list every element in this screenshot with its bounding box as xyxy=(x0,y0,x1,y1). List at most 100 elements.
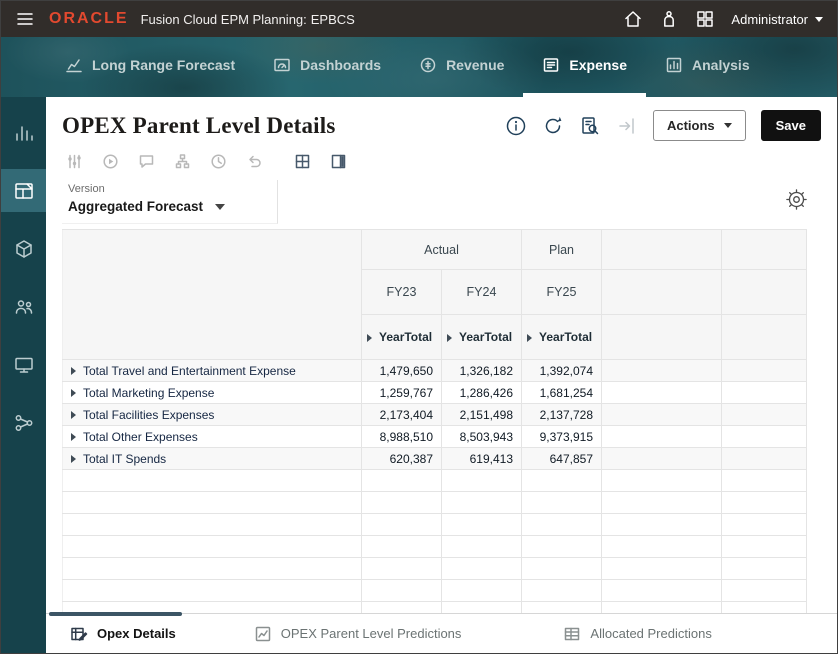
empty-cell xyxy=(601,535,722,558)
rail-item-cube[interactable] xyxy=(1,227,46,270)
gear-icon[interactable] xyxy=(786,189,807,210)
title-row: OPEX Parent Level Details Actions Save xyxy=(46,97,837,146)
empty-cell xyxy=(441,491,522,514)
row-label[interactable]: Total Travel and Entertainment Expense xyxy=(62,359,362,382)
empty-row xyxy=(62,513,807,536)
caret-down-icon xyxy=(215,203,226,210)
tab-opex-parent-level-predictions[interactable]: OPEX Parent Level Predictions xyxy=(244,625,472,643)
empty-cell xyxy=(441,557,522,580)
empty-cell xyxy=(62,513,362,536)
row-label[interactable]: Total Other Expenses xyxy=(62,425,362,448)
data-cell[interactable]: 1,681,254 xyxy=(521,381,602,404)
period-header-empty xyxy=(601,314,722,360)
tab-opex-details[interactable]: Opex Details xyxy=(60,625,186,643)
expand-icon[interactable] xyxy=(71,389,76,398)
row-label[interactable]: Total Marketing Expense xyxy=(62,381,362,404)
empty-cell xyxy=(521,601,602,613)
adjust-icon[interactable] xyxy=(66,153,83,170)
pov-dimension-label: Version xyxy=(68,183,105,195)
data-cell[interactable]: 619,413 xyxy=(441,447,522,470)
tab-allocated-predictions[interactable]: Allocated Predictions xyxy=(553,625,721,643)
refresh-icon[interactable] xyxy=(542,115,564,137)
page-title: OPEX Parent Level Details xyxy=(62,112,336,138)
data-cell[interactable]: 9,373,915 xyxy=(521,425,602,448)
empty-cell xyxy=(601,513,722,536)
nav-tab-revenue[interactable]: Revenue xyxy=(400,37,523,97)
apps-grid-icon[interactable] xyxy=(695,9,715,29)
process-icon xyxy=(15,414,32,431)
assistance-icon[interactable] xyxy=(659,9,679,29)
home-icon[interactable] xyxy=(623,9,643,29)
expense-icon xyxy=(544,58,559,72)
expand-icon[interactable] xyxy=(71,367,76,376)
user-menu[interactable]: Administrator xyxy=(731,12,823,27)
revenue-icon xyxy=(420,57,436,73)
allocated-icon xyxy=(565,627,580,640)
data-cell[interactable]: 647,857 xyxy=(521,447,602,470)
grid-corner-cell xyxy=(62,229,362,360)
data-cell[interactable]: 1,286,426 xyxy=(441,381,522,404)
undo-icon[interactable] xyxy=(246,153,263,170)
title-actions: Actions Save xyxy=(505,110,821,141)
period-header-label: YearTotal xyxy=(539,330,593,344)
body: OPEX Parent Level Details Actions Save V… xyxy=(1,97,837,653)
data-cell[interactable]: 2,137,728 xyxy=(521,403,602,426)
history-icon[interactable] xyxy=(210,153,227,170)
data-cell[interactable]: 2,173,404 xyxy=(361,403,442,426)
nav-tab-dashboards[interactable]: Dashboards xyxy=(254,37,400,97)
save-button[interactable]: Save xyxy=(760,110,821,141)
row-label[interactable]: Total IT Spends xyxy=(62,447,362,470)
data-cell[interactable]: 8,503,943 xyxy=(441,425,522,448)
expand-icon[interactable] xyxy=(367,333,372,342)
year-header: FY25 xyxy=(521,269,602,315)
expand-icon[interactable] xyxy=(71,433,76,442)
expand-icon[interactable] xyxy=(71,411,76,420)
rail-item-approvals[interactable] xyxy=(1,343,46,386)
expand-icon[interactable] xyxy=(71,455,76,464)
approvals-icon xyxy=(14,357,33,373)
grid-icon[interactable] xyxy=(294,153,311,170)
format-icon[interactable] xyxy=(330,153,347,170)
data-cell[interactable]: 1,479,650 xyxy=(361,359,442,382)
empty-cell xyxy=(62,491,362,514)
period-header-label: YearTotal xyxy=(459,330,513,344)
rail-item-analytics[interactable] xyxy=(1,111,46,154)
empty-cell xyxy=(62,469,362,492)
data-cell[interactable]: 1,326,182 xyxy=(441,359,522,382)
data-cell[interactable]: 1,259,767 xyxy=(361,381,442,404)
empty-cell xyxy=(721,403,807,426)
expand-icon[interactable] xyxy=(447,333,452,342)
data-cell[interactable]: 1,392,074 xyxy=(521,359,602,382)
app-code: EPBCS xyxy=(310,11,355,27)
expand-icon[interactable] xyxy=(527,333,532,342)
nav-tab-label: Dashboards xyxy=(300,57,382,73)
nav-tab-analysis[interactable]: Analysis xyxy=(646,37,769,97)
actions-button[interactable]: Actions xyxy=(652,110,746,141)
rail-item-users[interactable] xyxy=(1,285,46,328)
version-dropdown[interactable]: Aggregated Forecast xyxy=(68,199,226,214)
info-icon[interactable] xyxy=(505,115,527,137)
nav-tab-expense[interactable]: Expense xyxy=(523,37,647,97)
rail-item-process[interactable] xyxy=(1,401,46,444)
data-cell[interactable]: 620,387 xyxy=(361,447,442,470)
hamburger-menu-icon[interactable] xyxy=(15,9,35,29)
row-label[interactable]: Total Facilities Expenses xyxy=(62,403,362,426)
scenario-header-actual: Actual xyxy=(361,229,522,270)
grid-search-icon[interactable] xyxy=(579,115,601,137)
rules-icon[interactable] xyxy=(102,153,119,170)
nav-tab-long-range-forecast[interactable]: Long Range Forecast xyxy=(46,37,254,97)
period-header: YearTotal xyxy=(521,314,602,360)
active-tab-indicator xyxy=(49,612,182,616)
open-drawer-icon[interactable] xyxy=(616,115,638,137)
comment-icon[interactable] xyxy=(138,153,155,170)
row-label-text: Total Other Expenses xyxy=(83,429,198,444)
data-cell[interactable]: 2,151,498 xyxy=(441,403,522,426)
hierarchy-icon[interactable] xyxy=(174,153,191,170)
rail-item-forms[interactable] xyxy=(1,169,46,212)
empty-cell xyxy=(721,469,807,492)
empty-row xyxy=(62,469,807,492)
empty-cell xyxy=(361,601,442,613)
empty-cell xyxy=(721,579,807,602)
data-cell[interactable]: 8,988,510 xyxy=(361,425,442,448)
forecast-icon xyxy=(66,59,82,73)
